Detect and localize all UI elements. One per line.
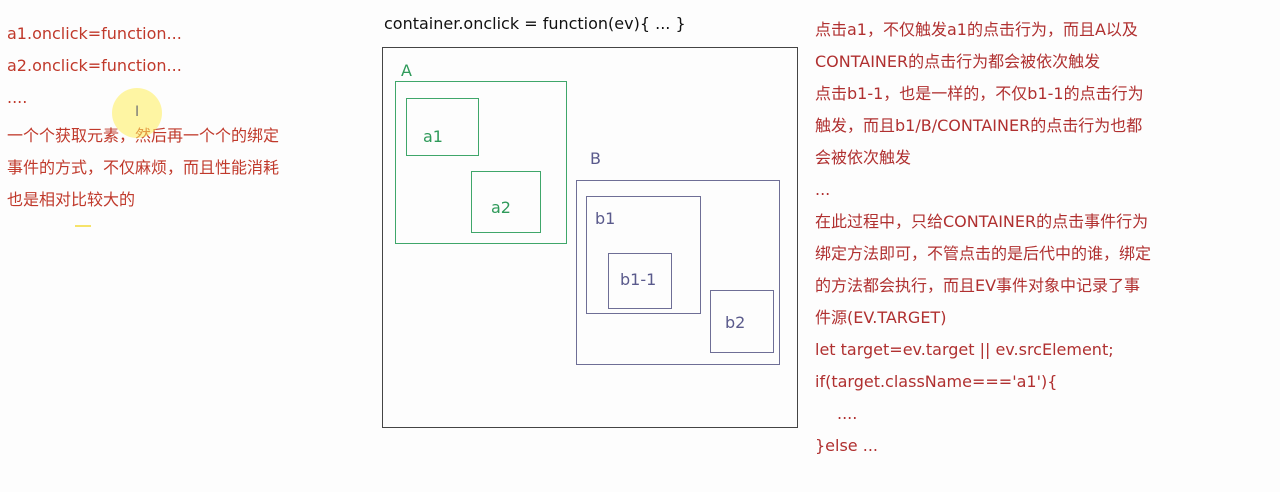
note-line: 点击a1，不仅触发a1的点击行为，而且A以及	[815, 20, 1138, 39]
note-line: 会被依次触发	[815, 148, 912, 167]
note-line: 的方法都会执行，而且EV事件对象中记录了事	[815, 276, 1141, 295]
highlight-mark	[75, 225, 91, 227]
label-b: B	[590, 149, 601, 168]
code-line: ....	[837, 404, 858, 423]
label-b1-1: b1-1	[620, 270, 657, 289]
left-notes: a1.onclick=function... a2.onclick=functi…	[7, 18, 337, 216]
diagram-title: container.onclick = function(ev){ ... }	[384, 14, 686, 33]
label-b2: b2	[725, 313, 746, 332]
label-a2: a2	[491, 198, 511, 217]
code-line: let target=ev.target || ev.srcElement;	[815, 340, 1114, 359]
note-line: 件源(EV.TARGET)	[815, 308, 947, 327]
ellipsis: ....	[7, 88, 28, 107]
note-line: 一个个获取元素，然后再一个个的绑定	[7, 120, 337, 152]
note-line: 在此过程中，只给CONTAINER的点击事件行为	[815, 212, 1149, 231]
note-line: ...	[815, 180, 831, 199]
note-line: CONTAINER的点击行为都会被依次触发	[815, 52, 1101, 71]
note-line: 事件的方式，不仅麻烦，而且性能消耗	[7, 158, 280, 177]
label-a1: a1	[423, 127, 443, 146]
a1-onclick-code: a1.onclick=function...	[7, 24, 182, 43]
note-paragraph: 一个个获取元素，然后再一个个的绑定 事件的方式，不仅麻烦，而且性能消耗 也是相对…	[7, 120, 337, 216]
label-b1: b1	[595, 209, 616, 228]
label-a: A	[401, 61, 412, 80]
code-line: }else ...	[815, 436, 878, 455]
note-line: 也是相对比较大的	[7, 190, 136, 209]
a2-onclick-code: a2.onclick=function...	[7, 56, 182, 75]
note-line: 触发，而且b1/B/CONTAINER的点击行为也都	[815, 116, 1143, 135]
note-line: 绑定方法即可，不管点击的是后代中的谁，绑定	[815, 244, 1152, 263]
code-line: if(target.className==='a1'){	[815, 372, 1058, 391]
note-line: 点击b1-1，也是一样的，不仅b1-1的点击行为	[815, 84, 1144, 103]
text-cursor-icon: I	[135, 104, 140, 120]
right-notes: 点击a1，不仅触发a1的点击行为，而且A以及 CONTAINER的点击行为都会被…	[815, 14, 1275, 462]
